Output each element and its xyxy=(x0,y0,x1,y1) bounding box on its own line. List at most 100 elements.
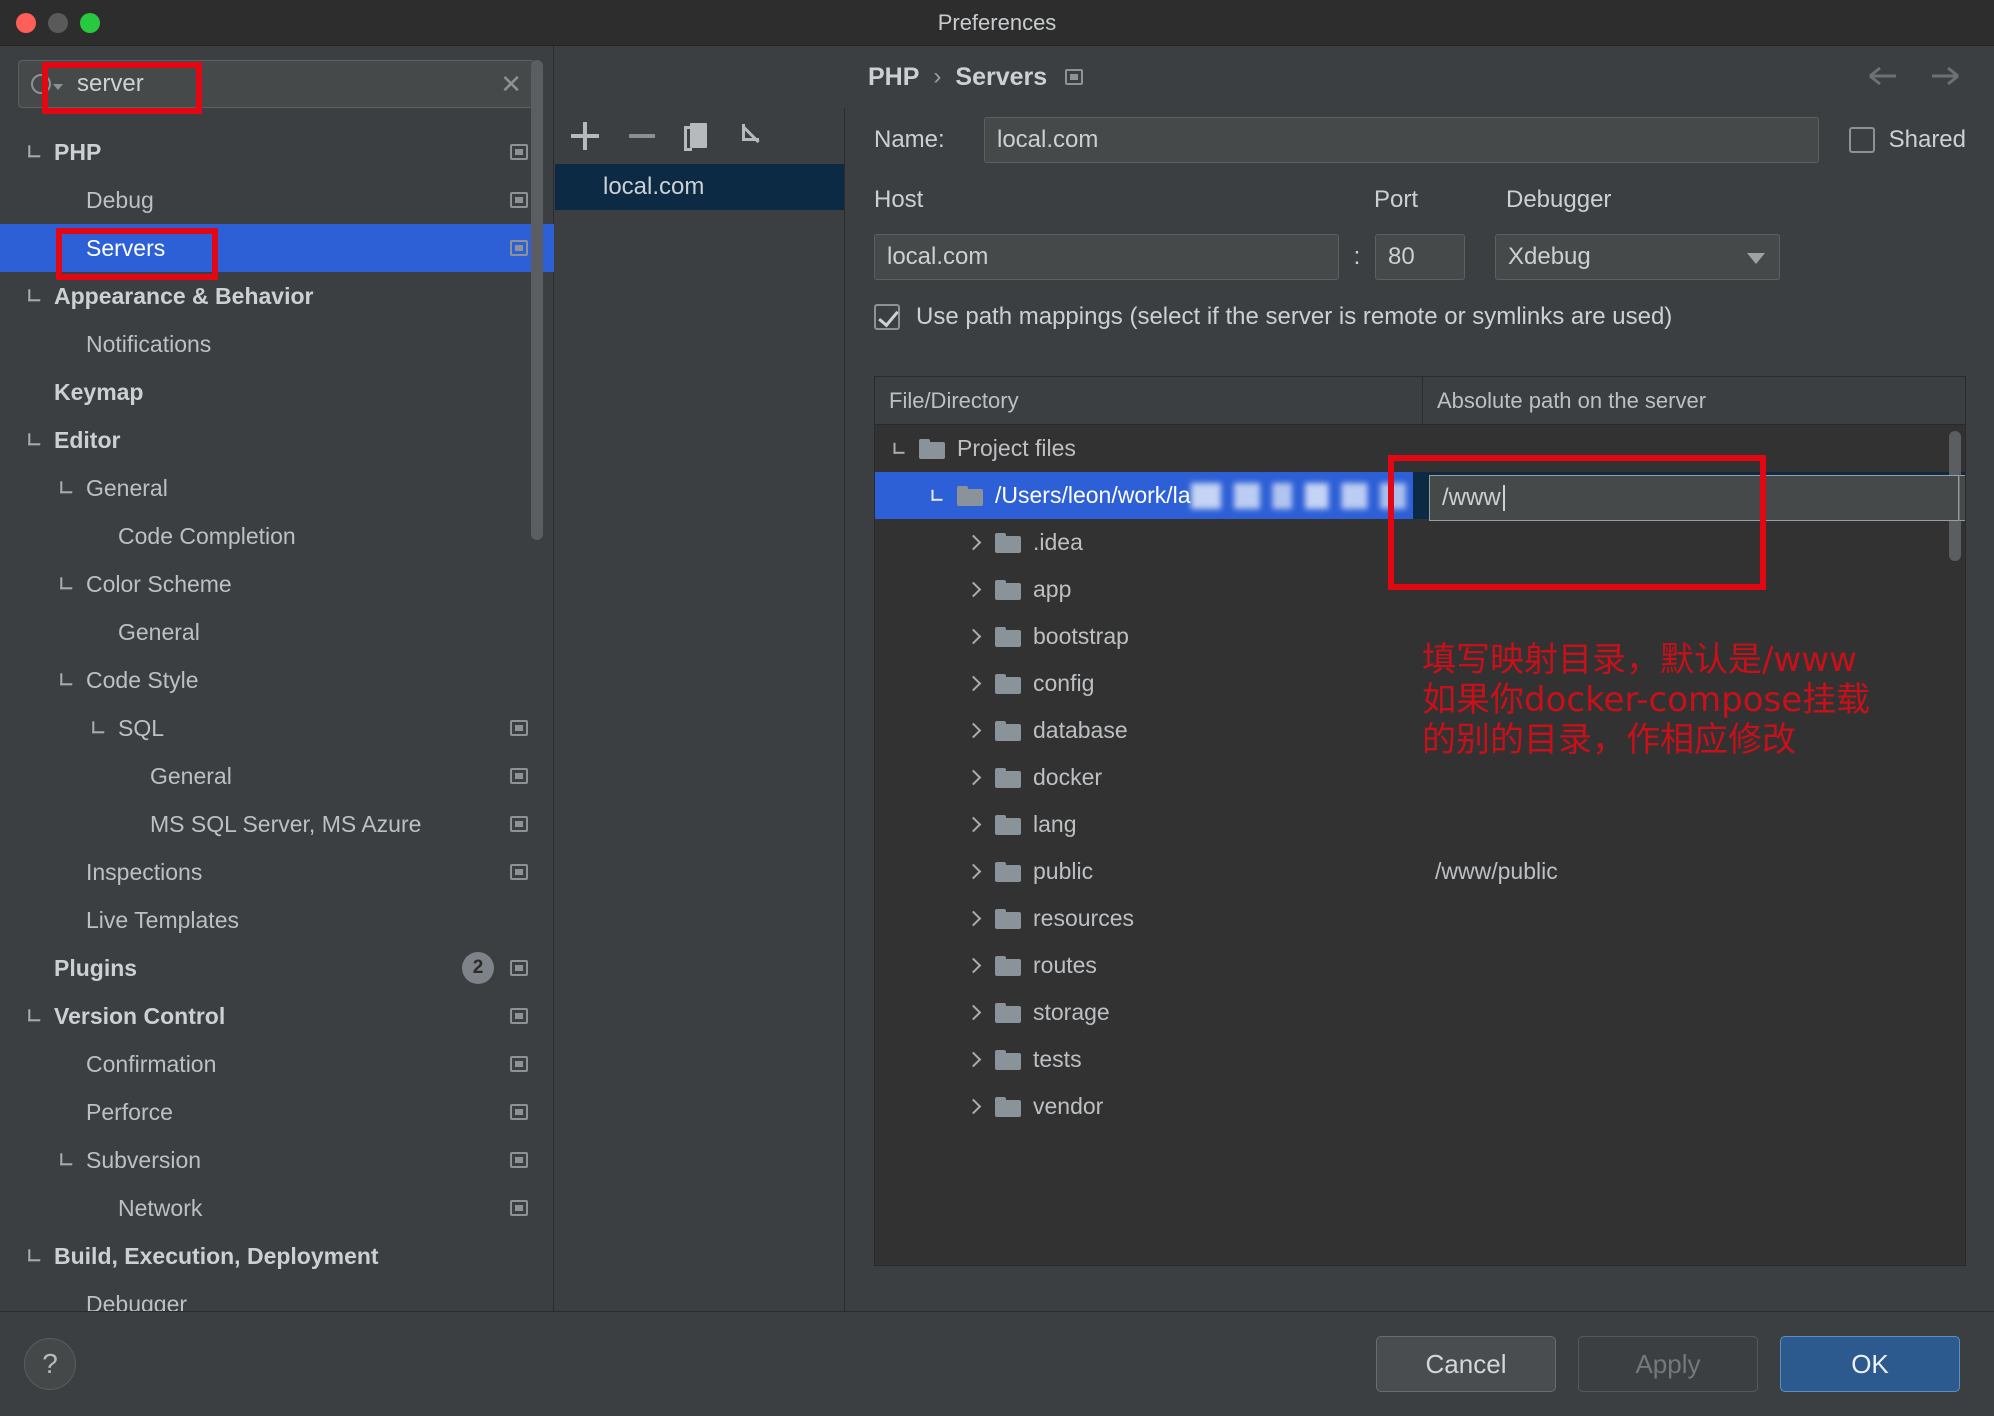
sidebar-item-code-completion[interactable]: Code Completion xyxy=(0,512,554,560)
chevron-down-icon[interactable] xyxy=(22,283,47,308)
breadcrumb-root[interactable]: PHP xyxy=(868,63,919,92)
sidebar-item-debugger[interactable]: Debugger xyxy=(0,1280,554,1312)
sidebar-item-appearance-behavior[interactable]: Appearance & Behavior xyxy=(0,272,554,320)
sidebar-item-general[interactable]: General xyxy=(0,608,554,656)
apply-button[interactable]: Apply xyxy=(1578,1336,1758,1392)
sidebar-item-keymap[interactable]: Keymap xyxy=(0,368,554,416)
chevron-right-icon[interactable] xyxy=(967,817,983,833)
sidebar-item-servers[interactable]: Servers xyxy=(0,224,554,272)
chevron-down-icon[interactable] xyxy=(22,427,47,452)
sidebar-item-network[interactable]: Network xyxy=(0,1184,554,1232)
chevron-right-icon[interactable] xyxy=(967,676,983,692)
mapping-path-edit-input[interactable]: /www xyxy=(1429,475,1959,521)
sidebar-item-label: Code Completion xyxy=(118,522,296,549)
sidebar-item-subversion[interactable]: Subversion xyxy=(0,1136,554,1184)
sidebar-item-live-templates[interactable]: Live Templates xyxy=(0,896,554,944)
chevron-down-icon[interactable] xyxy=(22,139,47,164)
table-row[interactable]: public/www/public xyxy=(875,848,1965,895)
mapping-path-dropdown-button[interactable] xyxy=(1959,475,1965,521)
sidebar-item-build-execution-deployment[interactable]: Build, Execution, Deployment xyxy=(0,1232,554,1280)
chevron-down-icon[interactable] xyxy=(53,84,63,90)
arrow-right-icon[interactable] xyxy=(1928,60,1962,92)
sidebar-item-code-style[interactable]: Code Style xyxy=(0,656,554,704)
chevron-down-icon[interactable] xyxy=(54,1147,79,1172)
table-row[interactable]: vendor xyxy=(875,1083,1965,1130)
name-field[interactable]: local.com xyxy=(984,117,1819,163)
server-form: Name: local.com Shared Host Port Debugge… xyxy=(846,108,1994,348)
shared-checkbox[interactable] xyxy=(1848,127,1875,153)
close-icon[interactable]: ✕ xyxy=(492,71,522,97)
chevron-right-icon[interactable] xyxy=(967,582,983,598)
question-mark-icon[interactable]: ? xyxy=(24,1338,76,1390)
table-row[interactable]: storage xyxy=(875,989,1965,1036)
chevron-down-icon[interactable] xyxy=(54,475,79,500)
chevron-right-icon[interactable] xyxy=(967,629,983,645)
folder-icon xyxy=(995,955,1021,976)
column-header-absolute-path[interactable]: Absolute path on the server xyxy=(1423,377,1965,424)
path-mappings-row[interactable]: Use path mappings (select if the server … xyxy=(846,286,1994,348)
table-row[interactable]: Project files xyxy=(875,425,1965,472)
server-list-item[interactable]: local.com xyxy=(555,164,844,210)
chevron-right-icon[interactable] xyxy=(967,535,983,551)
import-server-button[interactable] xyxy=(739,121,769,151)
arrow-left-icon[interactable] xyxy=(1866,60,1900,92)
table-row[interactable]: lang xyxy=(875,801,1965,848)
chevron-down-icon[interactable] xyxy=(22,1003,47,1028)
copy-server-button[interactable] xyxy=(683,121,713,151)
chevron-down-icon[interactable] xyxy=(888,437,911,460)
sidebar-item-inspections[interactable]: Inspections xyxy=(0,848,554,896)
chevron-right-icon[interactable] xyxy=(967,958,983,974)
remove-server-button[interactable] xyxy=(627,121,657,151)
sidebar-item-label: Servers xyxy=(86,234,166,261)
chevron-right-icon[interactable] xyxy=(967,1052,983,1068)
chevron-down-icon[interactable] xyxy=(86,715,111,740)
sidebar-item-perforce[interactable]: Perforce xyxy=(0,1088,554,1136)
sidebar-item-plugins[interactable]: Plugins 2 xyxy=(0,944,554,992)
chevron-down-icon[interactable] xyxy=(54,667,79,692)
window-controls xyxy=(16,0,100,46)
folder-icon xyxy=(919,438,945,459)
use-path-mappings-checkbox[interactable] xyxy=(874,304,900,330)
table-row[interactable]: .idea xyxy=(875,519,1965,566)
sidebar-item-ms-sql-server-ms-azure[interactable]: MS SQL Server, MS Azure xyxy=(0,800,554,848)
close-window-button[interactable] xyxy=(16,13,36,33)
sidebar-item-version-control[interactable]: Version Control xyxy=(0,992,554,1040)
maximize-window-button[interactable] xyxy=(80,13,100,33)
port-field[interactable]: 80 xyxy=(1375,234,1465,280)
sidebar-item-notifications[interactable]: Notifications xyxy=(0,320,554,368)
sidebar-item-confirmation[interactable]: Confirmation xyxy=(0,1040,554,1088)
chevron-down-icon[interactable] xyxy=(22,1243,47,1268)
sidebar-item-general[interactable]: General xyxy=(0,752,554,800)
shared-checkbox-wrap[interactable]: Shared xyxy=(1848,126,1966,154)
sidebar-item-editor[interactable]: Editor xyxy=(0,416,554,464)
table-row[interactable]: app xyxy=(875,566,1965,613)
chevron-right-icon[interactable] xyxy=(967,911,983,927)
cancel-button[interactable]: Cancel xyxy=(1376,1336,1556,1392)
chevron-right-icon[interactable] xyxy=(967,1099,983,1115)
add-server-button[interactable] xyxy=(571,121,601,151)
chevron-down-icon[interactable] xyxy=(926,484,949,507)
chevron-down-icon[interactable] xyxy=(54,571,79,596)
sidebar-item-php[interactable]: PHP xyxy=(0,128,554,176)
column-header-file-directory[interactable]: File/Directory xyxy=(875,377,1423,424)
chevron-right-icon[interactable] xyxy=(967,864,983,880)
chevron-right-icon[interactable] xyxy=(967,723,983,739)
search-input[interactable]: server ✕ xyxy=(18,60,535,108)
sidebar-item-color-scheme[interactable]: Color Scheme xyxy=(0,560,554,608)
host-field[interactable]: local.com xyxy=(874,234,1339,280)
ok-button[interactable]: OK xyxy=(1780,1336,1960,1392)
sidebar-scrollbar-thumb[interactable] xyxy=(531,60,543,540)
minimize-window-button[interactable] xyxy=(48,13,68,33)
table-row[interactable]: routes xyxy=(875,942,1965,989)
settings-icon xyxy=(510,192,528,208)
table-row[interactable]: docker xyxy=(875,754,1965,801)
table-row[interactable]: resources xyxy=(875,895,1965,942)
sidebar-item-sql[interactable]: SQL xyxy=(0,704,554,752)
sidebar-item-debug[interactable]: Debug xyxy=(0,176,554,224)
chevron-right-icon[interactable] xyxy=(967,1005,983,1021)
chevron-right-icon[interactable] xyxy=(967,770,983,786)
debugger-select[interactable]: Xdebug xyxy=(1495,234,1780,280)
sidebar-item-general[interactable]: General xyxy=(0,464,554,512)
table-row[interactable]: tests xyxy=(875,1036,1965,1083)
